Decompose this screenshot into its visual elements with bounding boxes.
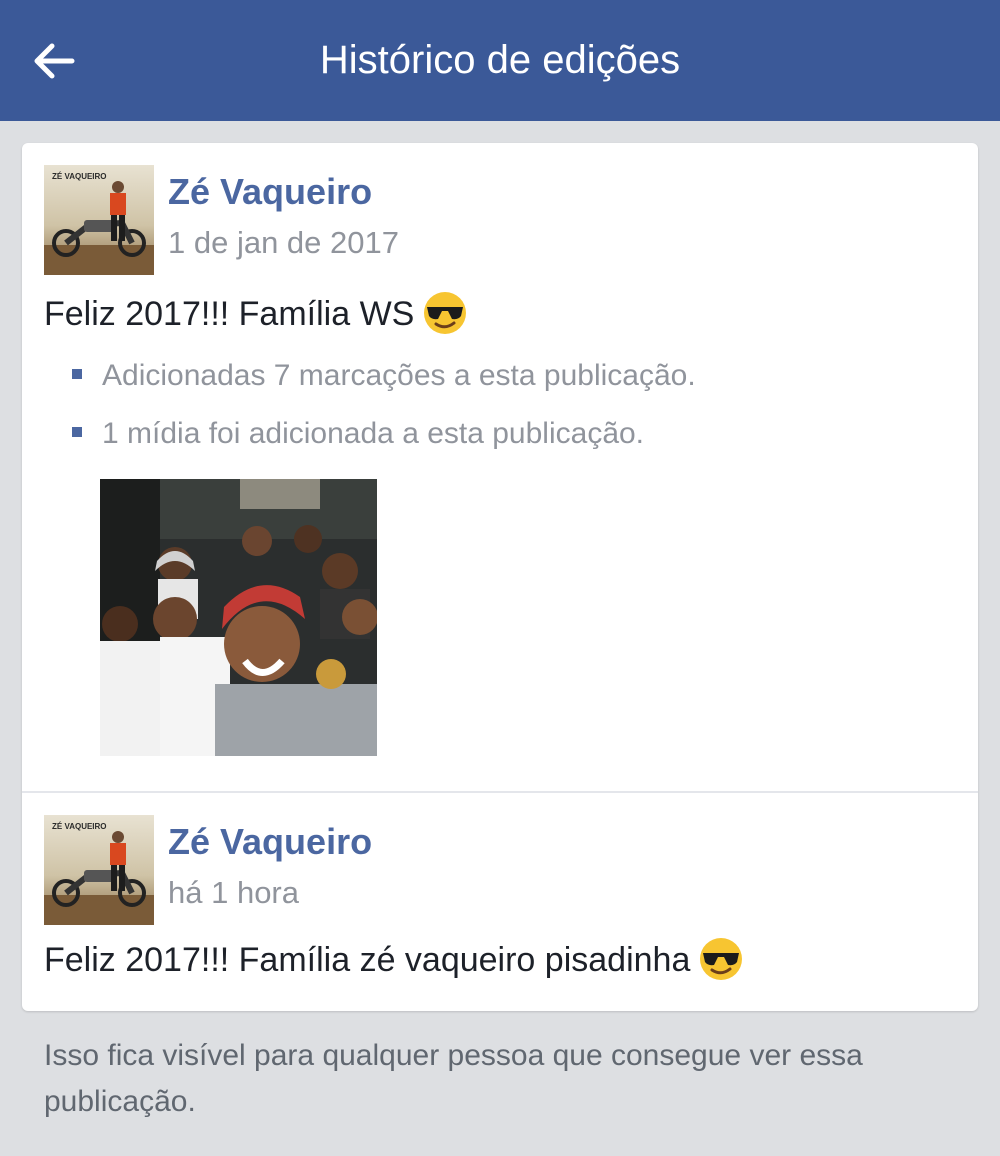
change-item: Adicionadas 7 marcações a esta publicaçã… [72, 359, 696, 393]
album-cover-image: ZÉ VAQUEIRO [44, 165, 154, 275]
sunglasses-emoji-icon [422, 290, 468, 336]
visibility-note: Isso fica visível para qualquer pessoa q… [44, 1039, 863, 1118]
post-timestamp: há 1 hora [168, 875, 299, 910]
bullet-icon [72, 427, 82, 438]
avatar[interactable]: ZÉ VAQUEIRO [44, 165, 154, 275]
album-cover-text: ZÉ VAQUEIRO [52, 172, 107, 181]
edit-history-card: ZÉ VAQUEIRO Zé Vaqueiro 1 de jan de 2017… [22, 143, 978, 1011]
avatar[interactable]: ZÉ VAQUEIRO [44, 815, 154, 925]
entry-divider [22, 791, 978, 793]
author-name[interactable]: Zé Vaqueiro [168, 821, 372, 863]
change-text: Adicionadas 7 marcações a esta publicaçã… [102, 359, 696, 392]
page-title: Histórico de edições [319, 38, 681, 82]
album-cover-text: ZÉ VAQUEIRO [52, 822, 107, 831]
bullet-icon [72, 369, 82, 380]
change-item: 1 mídia foi adicionada a esta publicação… [72, 417, 644, 451]
author-name[interactable]: Zé Vaqueiro [168, 171, 372, 213]
album-cover-image: ZÉ VAQUEIRO [44, 815, 154, 925]
post-timestamp: 1 de jan de 2017 [168, 225, 399, 260]
group-selfie-photo[interactable] [100, 479, 377, 756]
sunglasses-emoji-icon [698, 936, 744, 982]
post-text: Feliz 2017!!! Família WS [44, 290, 468, 339]
post-text-content: Feliz 2017!!! Família WS [44, 294, 415, 333]
post-text-content: Feliz 2017!!! Família zé vaqueiro pisadi… [44, 940, 691, 979]
top-bar: Histórico de edições [0, 0, 1000, 121]
change-text: 1 mídia foi adicionada a esta publicação… [102, 417, 645, 450]
post-text: Feliz 2017!!! Família zé vaqueiro pisadi… [44, 936, 744, 985]
